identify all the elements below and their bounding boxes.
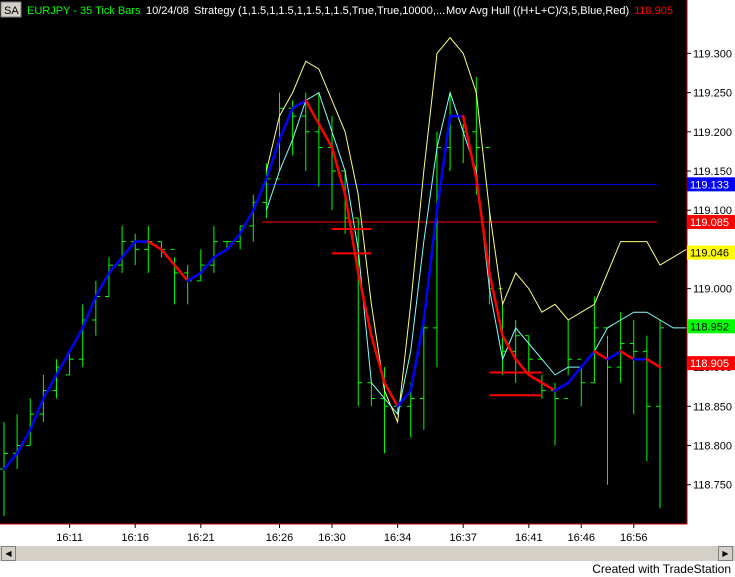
y-tick-label: 118.800 [693,440,732,452]
chart-date: 10/24/08 [146,5,189,17]
scroll-right-button[interactable]: ▶ [718,546,733,561]
x-tick-label: 16:37 [449,532,477,544]
y-tick-label: 119.000 [693,284,732,296]
price-label-text: 119.133 [690,179,729,191]
x-tick-label: 16:26 [266,532,294,544]
x-tick-label: 16:30 [318,532,346,544]
x-tick-label: 16:56 [620,532,648,544]
price-label-text: 118.905 [690,358,729,370]
y-tick-label: 119.300 [693,48,732,60]
y-tick-label: 118.750 [693,480,732,492]
sa-badge[interactable]: SA [4,5,19,17]
x-tick-label: 16:16 [121,532,149,544]
indicator-label: Mov Avg Hull ((H+L+C)/3,5,Blue,Red) [446,5,629,17]
x-tick-label: 16:34 [384,532,412,544]
strategy-label: Strategy (1,1.5,1,1.5,1,1.5,1,1.5,True,T… [194,5,445,17]
y-tick-label: 118.850 [693,401,732,413]
price-label-text: 119.085 [690,217,729,229]
x-tick-label: 16:46 [568,532,596,544]
symbol-title: EURJPY - 35 Tick Bars [27,5,141,17]
price-label-text: 119.046 [690,248,729,260]
y-tick-label: 119.200 [693,127,732,139]
chart-frame: 119.300 119.250 119.200 119.150 119.100 119.0… [0,0,735,577]
x-tick-label: 16:11 [56,532,83,544]
y-tick-label: 119.150 [693,166,732,178]
x-tick-label: 16:21 [187,532,215,544]
price-chart[interactable]: 119.300119.250119.200119.150119.100119.0… [0,0,735,577]
x-tick-label: 16:41 [515,532,543,544]
price-label-text: 118.952 [690,321,729,333]
scroll-left-button[interactable]: ◀ [1,546,16,561]
price-axis-panel [687,0,735,546]
y-tick-label: 119.250 [693,88,732,100]
created-with-label: Created with TradeStation [592,562,731,576]
footer-bar: Created with TradeStation [0,561,735,577]
plot-background [0,0,687,546]
indicator-value: 118.905 [634,5,673,17]
